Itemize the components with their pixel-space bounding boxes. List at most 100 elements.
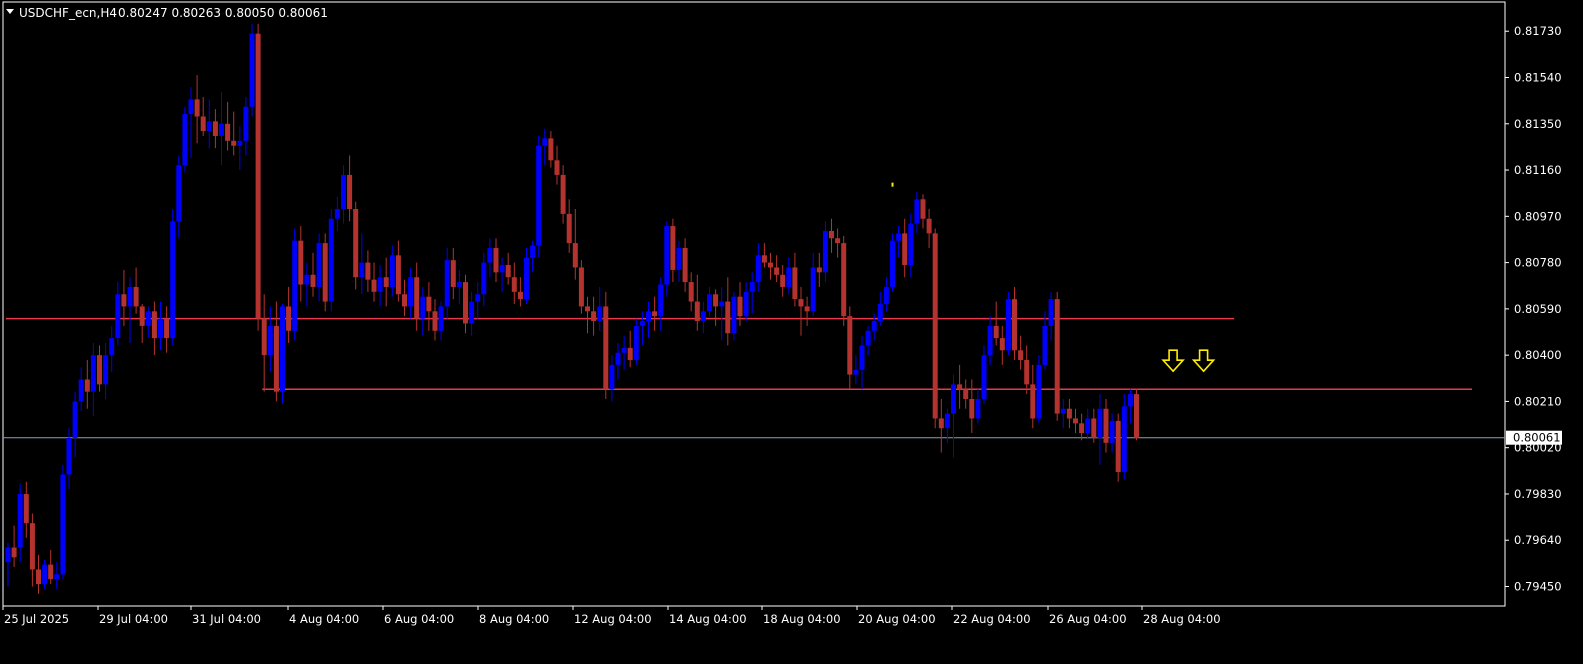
candle-body — [1127, 394, 1133, 407]
candle-123 — [755, 243, 761, 292]
candle-body — [286, 306, 292, 331]
candle-71 — [438, 301, 444, 341]
down-arrow-icon-1 — [1161, 349, 1185, 373]
candle-body — [316, 243, 322, 287]
candle-8 — [54, 562, 60, 589]
candle-162 — [993, 301, 999, 346]
candle-164 — [1005, 291, 1011, 356]
candle-body — [408, 277, 414, 307]
candle-body — [48, 564, 54, 580]
candle-173 — [1060, 398, 1066, 429]
candle-57 — [353, 201, 359, 290]
down-arrow-icon-2 — [1191, 349, 1216, 373]
candle-body — [914, 199, 920, 224]
candle-body — [11, 547, 17, 558]
candle-85 — [524, 247, 529, 304]
candle-156 — [957, 364, 963, 409]
candle-130 — [798, 286, 804, 336]
candle-body — [768, 262, 773, 268]
candle-body — [743, 291, 749, 317]
candle-body — [267, 325, 273, 356]
candle-body — [23, 493, 29, 524]
candle-body — [627, 347, 633, 361]
candle-body — [109, 338, 115, 356]
candle-body — [737, 296, 743, 317]
candle-174 — [1066, 398, 1072, 429]
candle-body — [206, 121, 212, 132]
candle-body — [1134, 394, 1139, 438]
candle-54 — [334, 196, 340, 231]
candle-37 — [231, 111, 237, 156]
candle-body — [158, 318, 163, 339]
candle-30 — [188, 87, 194, 158]
collapse-triangle-icon[interactable] — [6, 9, 14, 14]
candle-body — [450, 260, 456, 287]
candle-body — [414, 277, 420, 319]
candle-101 — [621, 335, 627, 370]
x-tick-label: 4 Aug 04:00 — [289, 612, 359, 626]
candle-44 — [273, 301, 279, 402]
candle-92 — [566, 199, 572, 253]
candle-78 — [481, 252, 487, 307]
candle-2 — [17, 484, 23, 563]
candle-5 — [36, 554, 41, 594]
candle-body — [456, 282, 462, 287]
candle-body — [481, 262, 487, 295]
candle-55 — [341, 165, 346, 224]
candle-body — [219, 123, 224, 136]
candle-body — [609, 364, 615, 390]
chart-frame — [2, 1, 1506, 607]
candle-body — [890, 240, 895, 287]
candle-27 — [170, 209, 176, 346]
candle-body — [170, 221, 176, 339]
candle-73 — [450, 247, 456, 300]
candle-body — [5, 547, 11, 563]
candle-136 — [835, 228, 841, 258]
candle-body — [322, 243, 328, 302]
candle-16 — [103, 342, 109, 399]
candle-body — [859, 345, 865, 370]
candle-body — [365, 262, 371, 280]
candle-body — [792, 267, 798, 300]
candle-body — [243, 106, 249, 141]
candle-138 — [847, 306, 853, 390]
candle-125 — [768, 252, 773, 280]
candle-122 — [749, 272, 755, 314]
candle-body — [139, 306, 145, 326]
candle-42 — [261, 294, 267, 392]
candle-90 — [554, 145, 560, 185]
candle-body — [774, 267, 780, 275]
candle-168 — [1030, 364, 1036, 429]
price-chart[interactable]: 0.81730 0.81540 0.81350 0.81160 0.80970 0.807… — [0, 0, 1583, 664]
candle-body — [1060, 408, 1066, 414]
candle-body — [981, 355, 987, 399]
candle-181 — [1109, 413, 1115, 453]
candle-47 — [292, 228, 298, 341]
candle-93 — [572, 209, 578, 280]
candle-body — [402, 294, 407, 307]
candle-175 — [1073, 408, 1078, 434]
candle-body — [444, 260, 450, 307]
candle-body — [603, 306, 609, 390]
y-tick-label: 0.80590 — [1514, 302, 1562, 316]
candle-body — [615, 352, 621, 365]
candle-100 — [615, 342, 621, 380]
candle-body — [920, 199, 926, 219]
candle-body — [164, 318, 170, 339]
candle-body — [145, 311, 151, 326]
candle-87 — [536, 135, 542, 258]
candle-49 — [304, 262, 310, 307]
candle-131 — [804, 296, 810, 326]
candle-102 — [627, 330, 633, 368]
candle-83 — [511, 262, 517, 304]
candle-137 — [841, 235, 847, 326]
candle-body — [530, 245, 536, 258]
candle-17 — [109, 325, 115, 373]
candle-142 — [871, 313, 877, 341]
candle-118 — [725, 277, 731, 346]
candle-body — [700, 311, 706, 322]
candle-body — [511, 277, 517, 292]
candle-145 — [890, 233, 895, 292]
candle-body — [127, 286, 133, 307]
candle-147 — [902, 218, 908, 278]
